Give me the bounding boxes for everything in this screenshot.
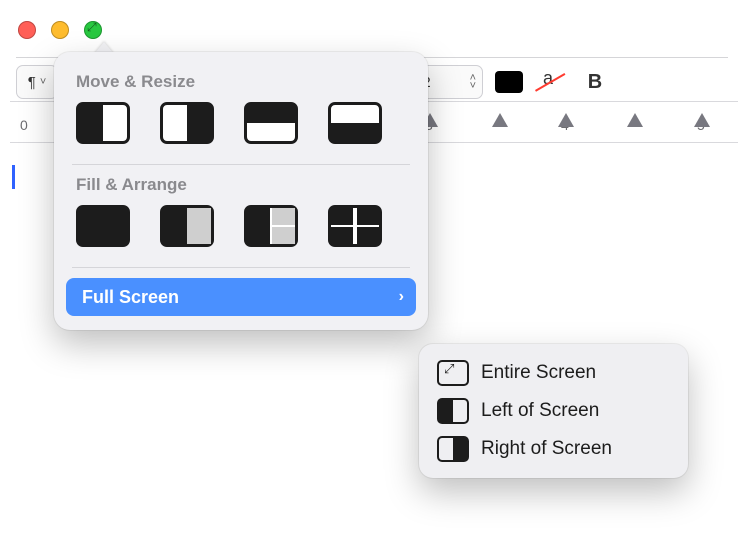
tile-bottom-half-icon[interactable] [328, 102, 382, 144]
text-caret [12, 165, 15, 189]
menu-separator [72, 164, 410, 165]
entire-screen-item[interactable]: ⤢ Entire Screen [427, 354, 680, 392]
entire-screen-label: Entire Screen [481, 362, 596, 384]
full-screen-menu-item[interactable]: Full Screen › [66, 278, 416, 316]
text-color-swatch[interactable] [495, 71, 523, 93]
ruler-tab-stop[interactable] [492, 113, 508, 127]
left-of-screen-item[interactable]: Left of Screen [427, 392, 680, 430]
arrange-quadrants-icon[interactable] [328, 205, 382, 247]
full-screen-submenu: ⤢ Entire Screen Left of Screen Right of … [419, 344, 688, 478]
entire-screen-icon: ⤢ [437, 360, 469, 386]
right-of-screen-icon [437, 436, 469, 462]
arrange-three-icon[interactable] [244, 205, 298, 247]
fill-screen-icon[interactable] [76, 205, 130, 247]
full-screen-label: Full Screen [82, 287, 179, 308]
right-of-screen-item[interactable]: Right of Screen [427, 430, 680, 468]
arrange-left-right-icon[interactable] [160, 205, 214, 247]
left-of-screen-label: Left of Screen [481, 400, 599, 422]
window-close-button[interactable] [18, 21, 36, 39]
bold-button[interactable]: B [583, 71, 607, 94]
ruler-tab-stop[interactable] [558, 113, 574, 127]
section-header-fill: Fill & Arrange [76, 175, 406, 195]
window-minimize-button[interactable] [51, 21, 69, 39]
chevron-right-icon: › [399, 288, 404, 306]
tile-right-half-icon[interactable] [160, 102, 214, 144]
right-of-screen-label: Right of Screen [481, 438, 612, 460]
menu-separator [72, 267, 410, 268]
left-of-screen-icon [437, 398, 469, 424]
ruler-tab-stop[interactable] [694, 113, 710, 127]
paragraph-style-button[interactable]: ¶˅ [16, 65, 58, 99]
section-header-move: Move & Resize [76, 72, 406, 92]
highlight-color-swatch[interactable]: a [537, 68, 565, 96]
ruler-tab-stop[interactable] [627, 113, 643, 127]
window-management-menu: Move & Resize Fill & Arrange [54, 52, 428, 330]
window-fullscreen-button[interactable] [84, 21, 102, 39]
tile-left-half-icon[interactable] [76, 102, 130, 144]
tile-top-half-icon[interactable] [244, 102, 298, 144]
